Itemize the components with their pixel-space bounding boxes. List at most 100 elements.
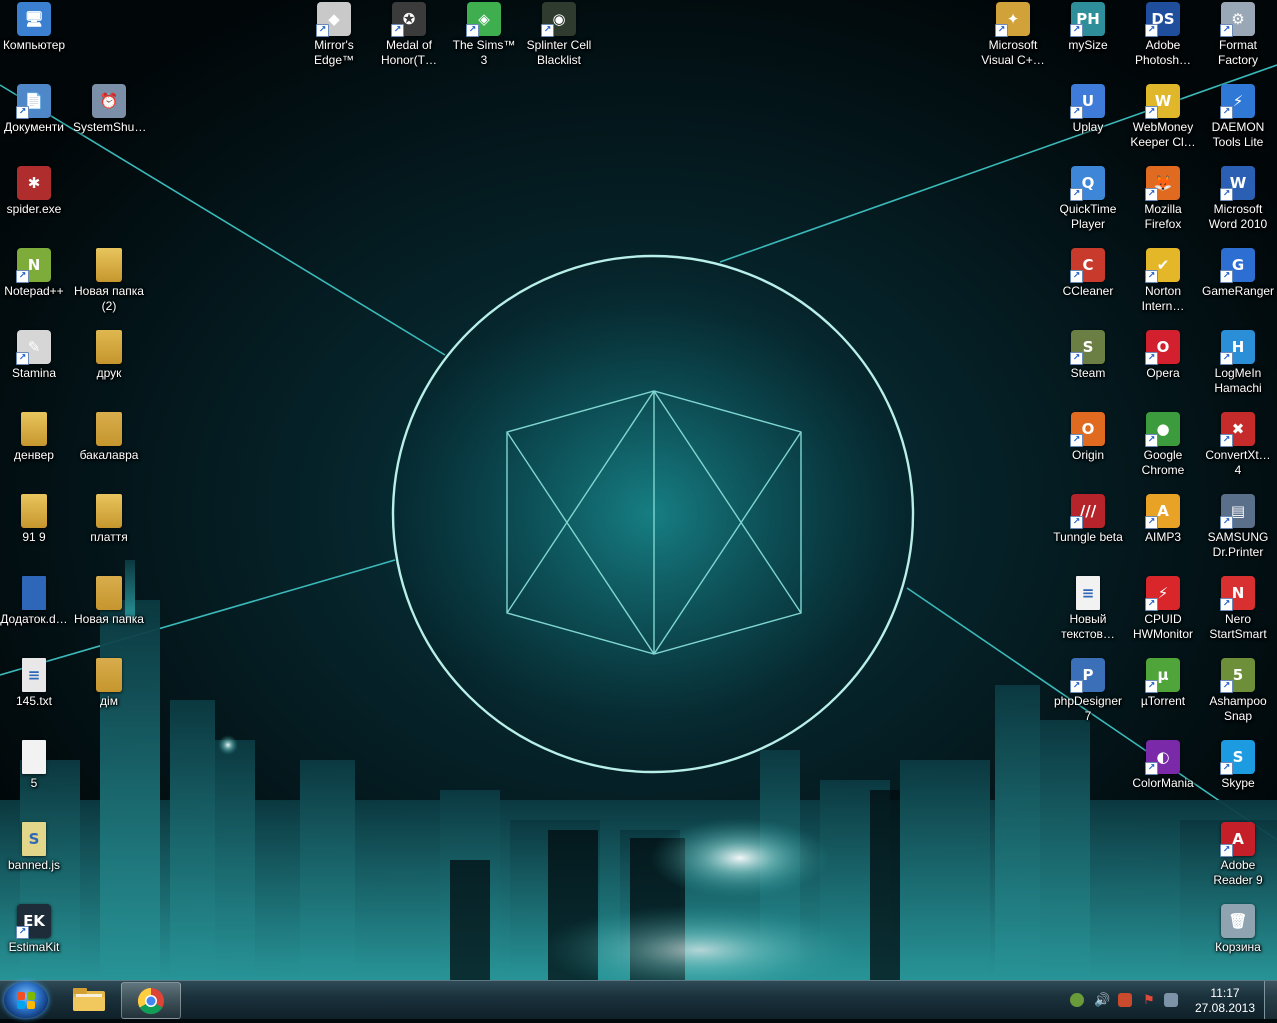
desktop-icon-ms-visual-c[interactable]: ✦ ↗ Microsoft Visual C+… xyxy=(976,2,1050,68)
desktop-icon-stamina[interactable]: ✎ ↗ Stamina xyxy=(0,330,71,381)
desktop-icon-label: Ashampoo Snap xyxy=(1209,694,1267,723)
desktop-icon-label: DAEMON Tools Lite xyxy=(1211,120,1265,149)
file-145-icon: ≡ xyxy=(22,658,46,692)
desktop-icon-recycle-bin[interactable]: 🗑 Корзина xyxy=(1201,904,1275,955)
desktop-icon-dodatok[interactable]: W Додаток.d… xyxy=(0,576,71,627)
desktop-icon-word-2010[interactable]: W ↗ Microsoft Word 2010 xyxy=(1201,166,1275,232)
documents-icon: 📄 ↗ xyxy=(16,84,51,119)
desktop-icon-new-text[interactable]: ≡ Новый текстов… xyxy=(1051,576,1125,642)
desktop-icon-file-5[interactable]: 5 xyxy=(0,740,71,791)
desktop-icon-label: Stamina xyxy=(11,366,57,380)
shortcut-arrow-icon: ↗ xyxy=(1220,680,1233,693)
desktop-icon-banned-js[interactable]: Sbanned.js xyxy=(0,822,71,873)
desktop-icon-samsung-printer[interactable]: ▤ ↗ SAMSUNG Dr.Printer xyxy=(1201,494,1275,560)
desktop-icon-cpuid[interactable]: ⚡ ↗ CPUID HWMonitor xyxy=(1126,576,1200,642)
desktop-icon-the-sims-3[interactable]: ◈ ↗ The Sims™ 3 xyxy=(447,2,521,68)
shortcut-arrow-icon: ↗ xyxy=(316,24,329,37)
desktop-icon-label: Новый текстов… xyxy=(1061,612,1115,641)
chrome-icon xyxy=(137,987,164,1015)
bakalavra-icon xyxy=(96,412,122,446)
desktop-icon-splinter-cell[interactable]: ◉ ↗ Splinter Cell Blacklist xyxy=(522,2,596,68)
desktop-icon-hamachi[interactable]: H ↗ LogMeIn Hamachi xyxy=(1201,330,1275,396)
banned-js-icon: S xyxy=(22,822,46,856)
desktop-icon-webmoney[interactable]: W ↗ WebMoney Keeper Cl… xyxy=(1126,84,1200,150)
desktop-icon-label: дім xyxy=(100,694,118,708)
desktop-icon-quicktime[interactable]: Q ↗ QuickTime Player xyxy=(1051,166,1125,232)
desktop-icon-adobe-reader[interactable]: A ↗ Adobe Reader 9 xyxy=(1201,822,1275,888)
desktop-icon-photoshop[interactable]: DS ↗ Adobe Photosh… xyxy=(1126,2,1200,68)
desktop-icon-label: Skype xyxy=(1221,776,1255,790)
desktop-icon-folder-91-9[interactable]: 91 9 xyxy=(0,494,71,545)
display-tray-icon[interactable] xyxy=(1164,993,1178,1007)
desktop-icon-daemon-tools[interactable]: ⚡ ↗ DAEMON Tools Lite xyxy=(1201,84,1275,150)
desktop-icon-new-folder-2[interactable]: Новая папка (2) xyxy=(72,248,146,314)
daemon-tools-icon: ⚡ ↗ xyxy=(1220,84,1255,119)
desktop-icon-notepadpp[interactable]: N ↗ Notepad++ xyxy=(0,248,71,299)
windows-logo-icon xyxy=(17,1001,25,1009)
flag-tray-icon[interactable]: ⚑ xyxy=(1142,993,1156,1007)
computer-icon: 🖥 xyxy=(17,2,51,36)
desktop-icon-opera[interactable]: O ↗ Opera xyxy=(1126,330,1200,381)
show-desktop-button[interactable] xyxy=(1264,981,1277,1019)
desktop-icon-ashampoo-snap[interactable]: 5 ↗ Ashampoo Snap xyxy=(1201,658,1275,724)
desktop-icon-mysize[interactable]: PH ↗ mySize xyxy=(1051,2,1125,53)
desktop-icon-medal-of-honor[interactable]: ✪ ↗ Medal of Honor(T… xyxy=(372,2,446,68)
desktop-icon-label: Корзина xyxy=(1215,940,1261,954)
desktop-icon-origin[interactable]: O ↗ Origin xyxy=(1051,412,1125,463)
desktop-icon-label: Norton Intern… xyxy=(1141,284,1185,313)
desktop-icon-estimakit[interactable]: EK ↗ EstimaKit xyxy=(0,904,71,955)
desktop-icon-systemshu[interactable]: ⏰ SystemShu… xyxy=(72,84,146,135)
desktop-icon-label: SystemShu… xyxy=(73,120,147,134)
desktop-icon-spider[interactable]: ✱ spider.exe xyxy=(0,166,71,217)
desktop-icon-tunngle[interactable]: ///↗ Tunngle beta xyxy=(1051,494,1125,545)
desktop-icon-file-145[interactable]: ≡ 145.txt xyxy=(0,658,71,709)
desktop-icon-bakalavra[interactable]: бакалавра xyxy=(72,412,146,463)
desktop-icon-druk[interactable]: друк xyxy=(72,330,146,381)
desktop-icon-format-factory[interactable]: ⚙ ↗ Format Factory xyxy=(1201,2,1275,68)
app-tray-icon[interactable] xyxy=(1118,993,1132,1007)
opera-icon: O ↗ xyxy=(1145,330,1180,365)
network-status-icon[interactable] xyxy=(1070,993,1084,1007)
desktop-icon-ccleaner[interactable]: C ↗ CCleaner xyxy=(1051,248,1125,299)
desktop-icon-documents[interactable]: 📄 ↗ Документи xyxy=(0,84,71,135)
desktop-icon-convertxt[interactable]: ✖ ↗ ConvertXt… 4 xyxy=(1201,412,1275,478)
desktop-icon-gameranger[interactable]: G ↗ GameRanger xyxy=(1201,248,1275,299)
desktop-icon-label: Uplay xyxy=(1072,120,1104,134)
start-button[interactable] xyxy=(4,982,48,1018)
shortcut-arrow-icon: ↗ xyxy=(1220,598,1233,611)
desktop-icon-utorrent[interactable]: µ ↗ µTorrent xyxy=(1126,658,1200,709)
desktop-icon-denver[interactable]: денвер xyxy=(0,412,71,463)
desktop-icon-mirrors-edge[interactable]: ◆ ↗ Mirror's Edge™ xyxy=(297,2,371,68)
shortcut-arrow-icon: ↗ xyxy=(1220,844,1233,857)
shortcut-arrow-icon: ↗ xyxy=(1220,270,1233,283)
volume-icon[interactable]: 🔊 xyxy=(1094,993,1110,1007)
desktop-icon-label: Google Chrome xyxy=(1141,448,1185,477)
desktop[interactable]: 🖥 Компьютер 📄 ↗ Документи ⏰ SystemShu… ✱ spider.… xyxy=(0,0,1277,980)
desktop-icon-norton[interactable]: ✔ ↗ Norton Intern… xyxy=(1126,248,1200,314)
desktop-icon-skype[interactable]: S ↗ Skype xyxy=(1201,740,1275,791)
desktop-icon-nero[interactable]: N ↗ Nero StartSmart xyxy=(1201,576,1275,642)
samsung-printer-icon: ▤ ↗ xyxy=(1220,494,1255,529)
taskbar-chrome-button[interactable] xyxy=(121,982,181,1019)
desktop-icon-new-folder[interactable]: Новая папка xyxy=(72,576,146,627)
clock[interactable]: 11:17 27.08.2013 xyxy=(1180,986,1270,1016)
desktop-icon-uplay[interactable]: U ↗ Uplay xyxy=(1051,84,1125,135)
desktop-icon-firefox[interactable]: 🦊 ↗ Mozilla Firefox xyxy=(1126,166,1200,232)
desktop-icon-colormania[interactable]: ◐ ↗ ColorMania xyxy=(1126,740,1200,791)
desktop-icon-aimp3[interactable]: A ↗ AIMP3 xyxy=(1126,494,1200,545)
desktop-icon-steam[interactable]: S ↗ Steam xyxy=(1051,330,1125,381)
windows-logo-icon xyxy=(27,992,35,1000)
taskbar-explorer-button[interactable] xyxy=(60,982,118,1017)
shortcut-arrow-icon: ↗ xyxy=(1070,24,1083,37)
desktop-icon-phpdesigner[interactable]: P ↗ phpDesigner 7 xyxy=(1051,658,1125,724)
adobe-reader-icon: A ↗ xyxy=(1220,822,1255,857)
desktop-icon-plattia[interactable]: плаття xyxy=(72,494,146,545)
tunngle-icon: ///↗ xyxy=(1070,494,1105,529)
wallpaper xyxy=(0,0,1277,980)
desktop-icon-computer[interactable]: 🖥 Компьютер xyxy=(0,2,71,53)
desktop-icon-label: Mirror's Edge™ xyxy=(313,38,355,67)
desktop-icon-dim[interactable]: дім xyxy=(72,658,146,709)
desktop-icon-chrome[interactable]: ● ↗ Google Chrome xyxy=(1126,412,1200,478)
folder-91-9-icon xyxy=(21,494,47,528)
taskbar: 🔊 ⚑ 11:17 27.08.2013 xyxy=(0,980,1277,1019)
